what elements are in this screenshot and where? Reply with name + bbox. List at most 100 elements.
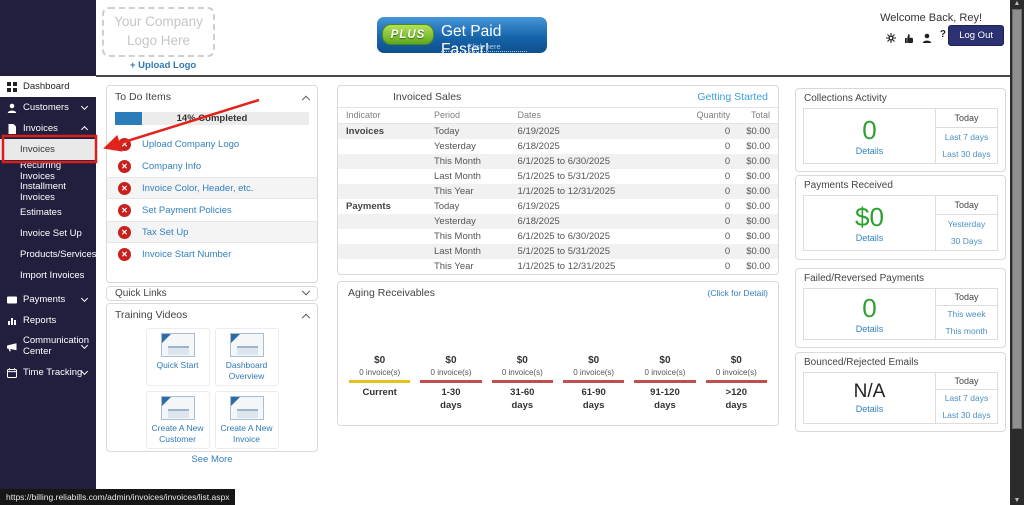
todo-item[interactable]: ✕ Company Info <box>107 155 317 177</box>
stat-tab-this-week[interactable]: This week <box>936 306 997 322</box>
cell-quantity: 0 <box>685 229 738 244</box>
stat-tab-last-7-days[interactable]: Last 7 days <box>936 128 997 146</box>
column-header: Total <box>738 108 778 124</box>
banner-click-here-link[interactable]: Click here <box>441 42 527 52</box>
logo-placeholder-line1: Your Company <box>114 13 203 32</box>
stat-tab-today[interactable]: Today <box>936 109 997 128</box>
file-icon <box>7 124 17 134</box>
sidebar-item-payments[interactable]: Payments <box>0 289 96 310</box>
todo-item[interactable]: ✕ Tax Set Up <box>107 221 317 243</box>
aging-bucket-91-120[interactable]: $0 0 invoice(s) 91-120days <box>629 355 700 413</box>
thumbs-up-icon[interactable] <box>904 30 914 40</box>
sidebar-item-customers[interactable]: Customers <box>0 97 96 118</box>
header-icon-row: ? <box>886 29 946 40</box>
details-link[interactable]: Details <box>856 404 884 414</box>
column-header: Period <box>426 108 510 124</box>
video-card[interactable]: Create A New Invoice <box>215 391 279 449</box>
scroll-down-arrow-icon[interactable]: ▼ <box>1010 497 1024 504</box>
stat-tab-today[interactable]: Today <box>936 289 997 306</box>
stat-tab-last-7-days[interactable]: Last 7 days <box>936 390 997 406</box>
stat-tab-today[interactable]: Today <box>936 196 997 215</box>
upload-logo-link[interactable]: + Upload Logo <box>130 60 196 71</box>
stat-tab-today[interactable]: Today <box>936 373 997 390</box>
video-card[interactable]: Quick Start <box>146 328 210 386</box>
video-label[interactable]: Quick Start <box>149 360 207 371</box>
table-row: Invoices Today 6/19/2025 0 $0.00 <box>338 124 778 140</box>
click-for-detail-link[interactable]: (Click for Detail) <box>708 288 768 298</box>
todo-item[interactable]: ✕ Invoice Start Number <box>107 243 317 265</box>
bucket-sublabel: days <box>583 400 605 411</box>
todo-item-label[interactable]: Tax Set Up <box>142 227 188 238</box>
getting-started-link[interactable]: Getting Started <box>697 91 768 103</box>
video-card[interactable]: Dashboard Overview <box>215 328 279 386</box>
aging-bucket-61-90[interactable]: $0 0 invoice(s) 61-90days <box>558 355 629 413</box>
video-card[interactable]: Create A New Customer <box>146 391 210 449</box>
aging-bucket-over-120[interactable]: $0 0 invoice(s) >120days <box>701 355 772 413</box>
company-logo-placeholder[interactable]: Your Company Logo Here <box>102 7 215 57</box>
cell-quantity: 0 <box>685 259 738 274</box>
bucket-amount: $0 <box>629 355 700 366</box>
aging-bucket-1-30[interactable]: $0 0 invoice(s) 1-30days <box>415 355 486 413</box>
todo-item-label[interactable]: Set Payment Policies <box>142 205 232 216</box>
sidebar-subitem-invoices[interactable]: Invoices <box>0 139 96 160</box>
user-icon[interactable] <box>922 30 932 40</box>
calendar-icon <box>7 368 17 378</box>
video-thumbnail <box>161 333 195 357</box>
todo-item-label[interactable]: Upload Company Logo <box>142 139 239 150</box>
aging-bucket-31-60[interactable]: $0 0 invoice(s) 31-60days <box>487 355 558 413</box>
collapse-chevron-icon[interactable] <box>302 96 310 104</box>
details-link[interactable]: Details <box>856 233 884 243</box>
logout-button[interactable]: Log Out <box>948 25 1004 46</box>
sidebar-subitem-import-invoices[interactable]: Import Invoices <box>0 265 96 286</box>
stat-tab-yesterday[interactable]: Yesterday <box>936 215 997 233</box>
stat-tab-this-month[interactable]: This month <box>936 323 997 339</box>
video-label[interactable]: Create A New Customer <box>149 423 207 445</box>
todo-item[interactable]: ✕ Set Payment Policies <box>107 199 317 221</box>
sidebar-subitem-products-services[interactable]: Products/Services <box>0 244 96 265</box>
todo-item-label[interactable]: Invoice Color, Header, etc. <box>142 183 253 194</box>
gear-icon[interactable] <box>886 30 896 40</box>
see-more-link[interactable]: See More <box>191 454 232 465</box>
sidebar-item-time-tracking[interactable]: Time Tracking <box>0 362 96 383</box>
sidebar-subitem-recurring-invoices[interactable]: Recurring Invoices <box>0 160 96 181</box>
scrollbar-thumb[interactable] <box>1012 9 1022 429</box>
cell-total: $0.00 <box>738 169 778 184</box>
vertical-scrollbar[interactable]: ▲ ▼ <box>1010 0 1024 505</box>
scroll-up-arrow-icon[interactable]: ▲ <box>1010 0 1024 7</box>
collapse-chevron-icon[interactable] <box>302 314 310 322</box>
todo-item[interactable]: ✕ Upload Company Logo <box>107 133 317 155</box>
sidebar-subitem-estimates[interactable]: Estimates <box>0 202 96 223</box>
video-label[interactable]: Dashboard Overview <box>218 360 276 382</box>
stat-tab-30-days[interactable]: 30 Days <box>936 232 997 250</box>
bucket-count: 0 invoice(s) <box>629 368 700 377</box>
sidebar-item-label: Estimates <box>20 207 62 218</box>
cell-indicator <box>338 259 426 274</box>
aging-title: Aging Receivables <box>348 287 435 299</box>
quick-links-bar[interactable]: Quick Links <box>106 286 318 301</box>
stat-tab-last-30-days[interactable]: Last 30 days <box>936 145 997 163</box>
sidebar-item-invoices[interactable]: Invoices <box>0 118 96 139</box>
video-label[interactable]: Create A New Invoice <box>218 423 276 445</box>
plus-banner[interactable]: PLUS Get Paid Faster! Click here <box>377 17 547 53</box>
expand-chevron-icon[interactable] <box>302 286 310 294</box>
help-icon[interactable]: ? <box>940 29 946 40</box>
cell-dates: 1/1/2025 to 12/31/2025 <box>510 259 686 274</box>
incomplete-x-icon: ✕ <box>118 204 131 217</box>
sidebar-item-communication-center[interactable]: Communication Center <box>0 331 96 362</box>
stat-tab-last-30-days[interactable]: Last 30 days <box>936 407 997 423</box>
todo-item-label[interactable]: Invoice Start Number <box>142 249 231 260</box>
stat-title: Collections Activity <box>804 93 887 104</box>
aging-bucket-current[interactable]: $0 0 invoice(s) Current <box>344 355 415 413</box>
bucket-amount: $0 <box>344 355 415 366</box>
sidebar-item-reports[interactable]: Reports <box>0 310 96 331</box>
bucket-count: 0 invoice(s) <box>701 368 772 377</box>
todo-item-label[interactable]: Company Info <box>142 161 201 172</box>
quick-links-title: Quick Links <box>115 288 167 299</box>
details-link[interactable]: Details <box>856 146 884 156</box>
sidebar-subitem-invoice-set-up[interactable]: Invoice Set Up <box>0 223 96 244</box>
todo-item[interactable]: ✕ Invoice Color, Header, etc. <box>107 177 317 199</box>
details-link[interactable]: Details <box>856 324 884 334</box>
sidebar-subitem-installment-invoices[interactable]: Installment Invoices <box>0 181 96 202</box>
welcome-message: Welcome Back, Rey! <box>880 12 982 24</box>
sidebar-item-dashboard[interactable]: Dashboard <box>0 76 96 97</box>
